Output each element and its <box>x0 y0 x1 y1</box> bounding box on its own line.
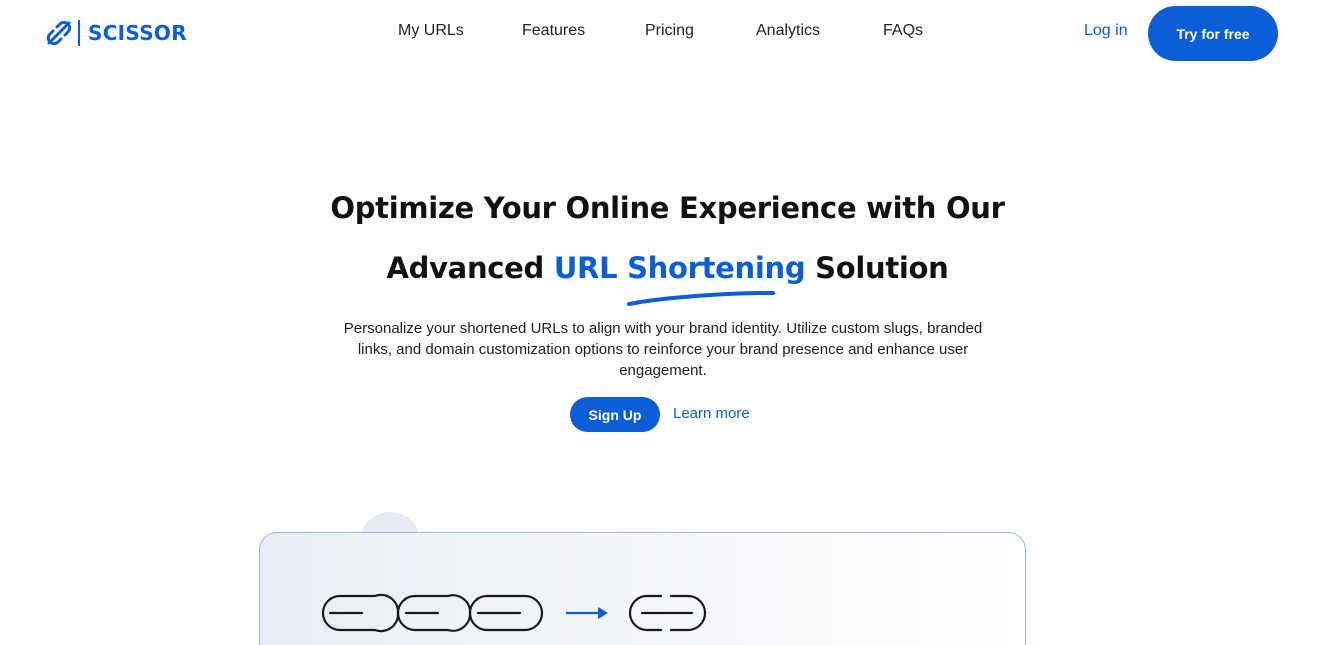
hero-title-line2-suffix: Solution <box>805 251 949 285</box>
login-link[interactable]: Log in <box>1084 22 1128 40</box>
arrow-right-icon <box>566 607 608 619</box>
try-for-free-button[interactable]: Try for free <box>1148 6 1278 61</box>
nav-features[interactable]: Features <box>522 22 585 40</box>
accent-underline-stroke <box>627 291 775 306</box>
nav-pricing[interactable]: Pricing <box>645 22 694 40</box>
hero-title-line1: Optimize Your Online Experience with Our <box>330 191 1005 225</box>
chain-link-icon <box>321 593 544 633</box>
hero-title: Optimize Your Online Experience with Our… <box>0 178 1335 298</box>
hero-description: Personalize your shortened URLs to align… <box>343 320 983 379</box>
hero-title-accent: URL Shortening <box>553 251 806 285</box>
nav-my-urls[interactable]: My URLs <box>398 22 464 40</box>
url-shortening-illustration <box>321 593 707 633</box>
sign-up-button[interactable]: Sign Up <box>570 397 660 432</box>
nav-faqs[interactable]: FAQs <box>883 22 923 40</box>
chain-link-icon <box>628 594 707 632</box>
landing-page: SCISSOR My URLs Features Pricing Analyti… <box>0 0 1335 645</box>
nav-analytics[interactable]: Analytics <box>756 22 820 40</box>
hero-title-line2-prefix: Advanced <box>386 251 554 285</box>
learn-more-link[interactable]: Learn more <box>673 405 750 422</box>
main-nav: My URLs Features Pricing Analytics FAQs <box>0 22 1335 46</box>
